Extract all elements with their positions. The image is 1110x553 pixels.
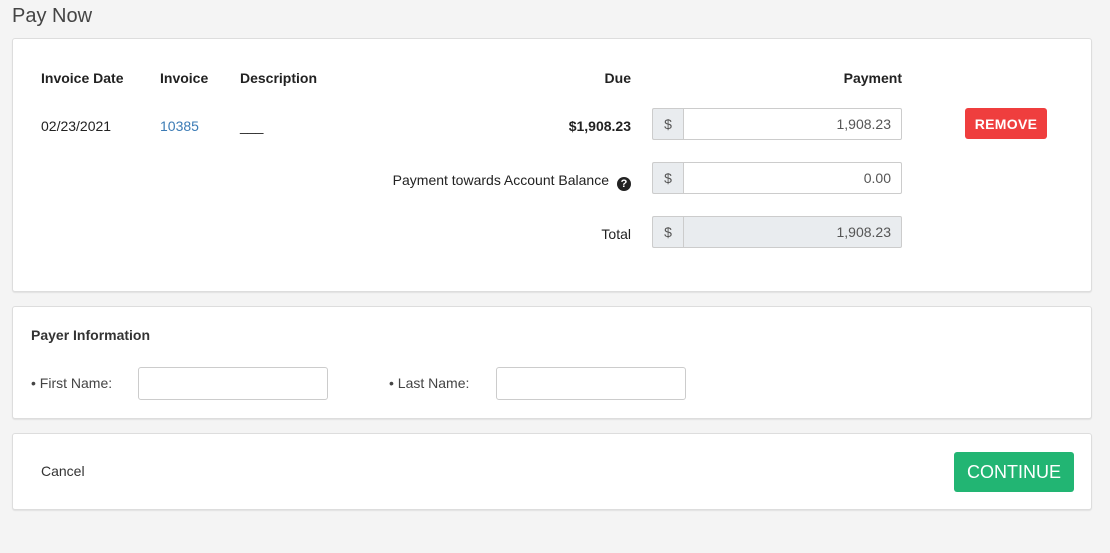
payer-section-title: Payer Information: [31, 327, 151, 343]
cancel-link[interactable]: Cancel: [41, 463, 85, 479]
account-balance-input-group: $: [652, 162, 902, 194]
help-icon[interactable]: ?: [617, 177, 631, 191]
invoice-number-link[interactable]: 10385: [160, 118, 199, 134]
total-label: Total: [601, 226, 631, 242]
account-balance-label-wrap: Payment towards Account Balance?: [313, 172, 631, 191]
continue-button[interactable]: CONTINUE: [954, 452, 1074, 492]
actions-panel: Cancel CONTINUE: [12, 433, 1092, 510]
invoice-date-cell: 02/23/2021: [41, 118, 112, 134]
account-balance-input[interactable]: [683, 162, 902, 194]
last-name-label: • Last Name:: [389, 375, 470, 391]
payer-panel: Payer Information • First Name: • Last N…: [12, 306, 1092, 419]
payment-input-group: $: [652, 108, 902, 140]
header-due: Due: [604, 70, 631, 86]
last-name-input[interactable]: [496, 367, 686, 400]
account-balance-label: Payment towards Account Balance: [392, 172, 609, 188]
header-payment: Payment: [843, 70, 902, 86]
header-invoice-date: Invoice Date: [41, 70, 124, 86]
remove-button[interactable]: REMOVE: [965, 108, 1047, 139]
currency-addon: $: [652, 108, 683, 140]
header-invoice: Invoice: [160, 70, 209, 86]
description-cell: ___: [240, 118, 264, 134]
first-name-input[interactable]: [138, 367, 328, 400]
payment-input[interactable]: [683, 108, 902, 140]
header-description: Description: [240, 70, 318, 86]
currency-addon: $: [652, 216, 683, 248]
due-amount: $1,908.23: [568, 118, 631, 134]
total-input-group: $: [652, 216, 902, 248]
currency-addon: $: [652, 162, 683, 194]
total-input: [683, 216, 902, 248]
invoice-panel: Invoice Date Invoice Description Due Pay…: [12, 38, 1092, 292]
first-name-label: • First Name:: [31, 375, 113, 391]
page-title: Pay Now: [12, 5, 93, 27]
